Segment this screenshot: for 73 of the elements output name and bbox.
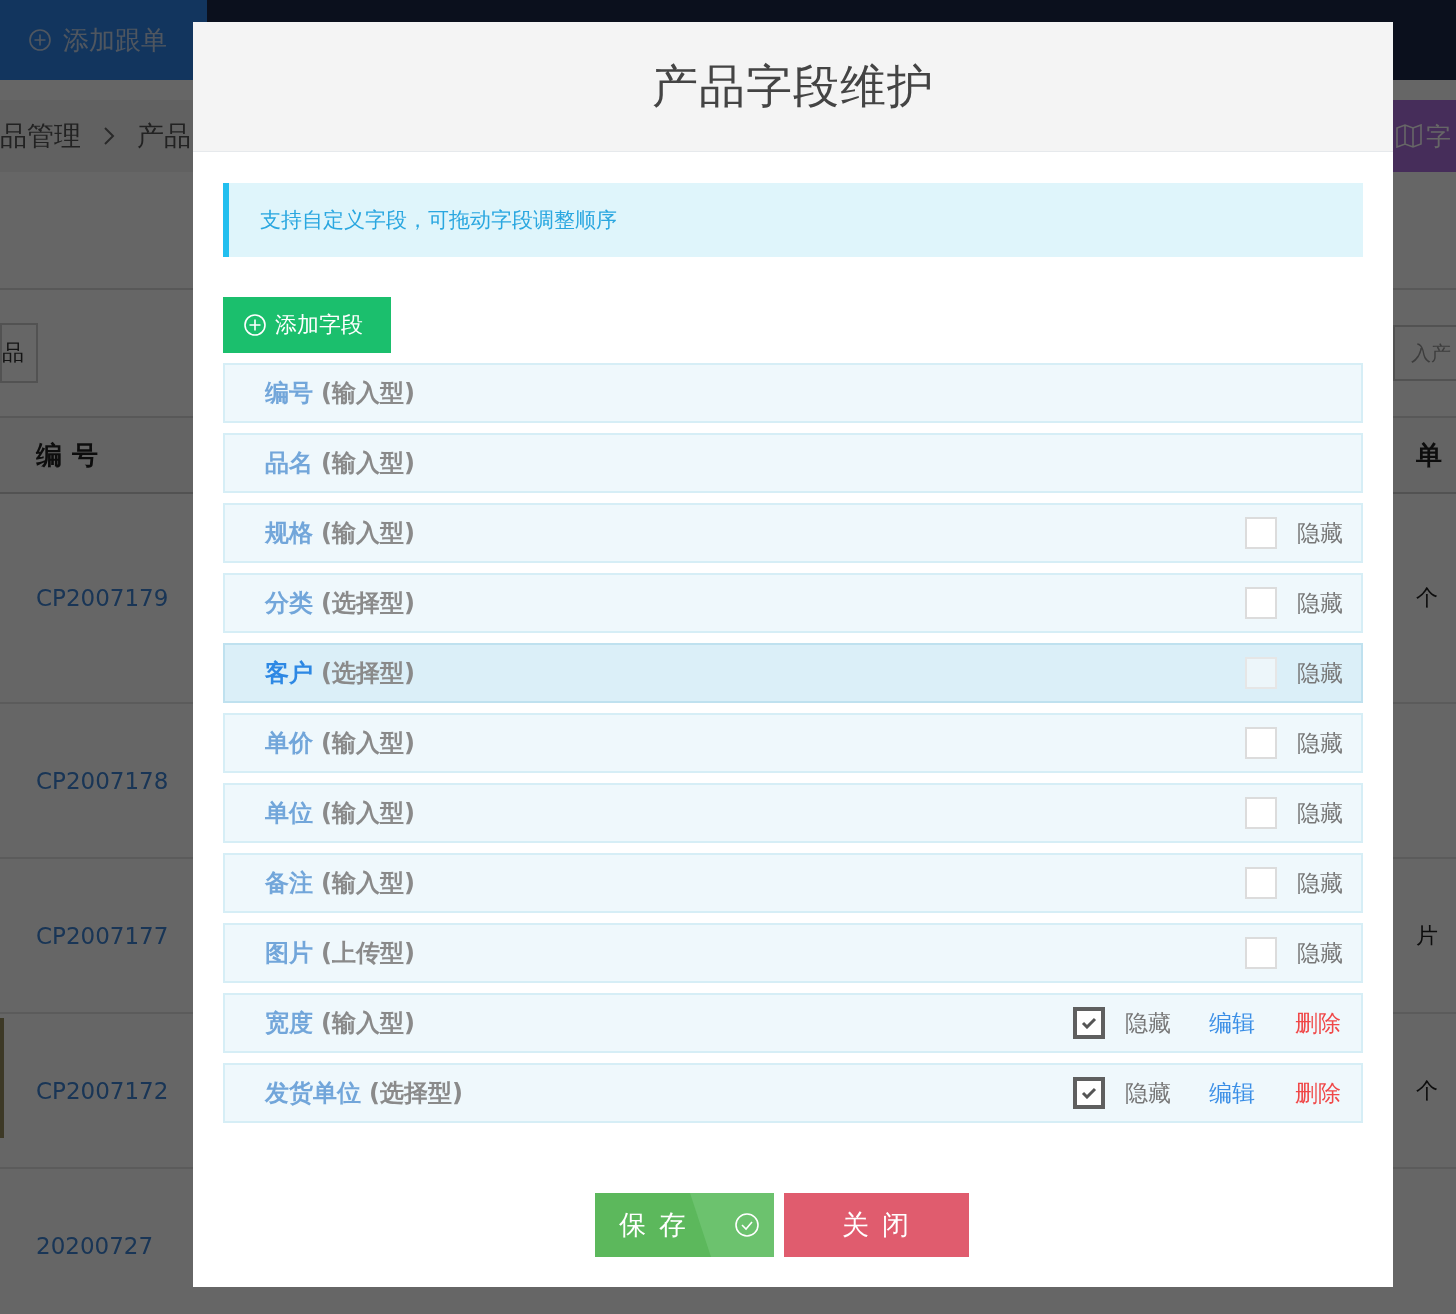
- info-banner: 支持自定义字段，可拖动字段调整顺序: [223, 183, 1363, 257]
- field-row[interactable]: 分类 (选择型) 隐藏: [223, 573, 1363, 633]
- field-type: (输入型): [321, 798, 415, 829]
- check-icon: [1081, 1017, 1097, 1029]
- edit-link[interactable]: 编辑: [1209, 1077, 1255, 1109]
- checkbox-label: 隐藏: [1297, 728, 1343, 758]
- checkbox-label: 隐藏: [1297, 658, 1343, 688]
- field-name: 客户: [265, 658, 313, 689]
- field-row[interactable]: 宽度 (输入型) 隐藏 编辑 删除: [223, 993, 1363, 1053]
- checkbox-label: 隐藏: [1125, 1008, 1171, 1038]
- plus-circle-icon: [27, 27, 53, 53]
- field-name: 单价: [265, 728, 313, 759]
- checkbox-label: 隐藏: [1297, 798, 1343, 828]
- field-type: (选择型): [321, 658, 415, 689]
- delete-link[interactable]: 删除: [1295, 1007, 1341, 1039]
- breadcrumb-item[interactable]: 产品: [137, 118, 191, 154]
- table-cell: CP2007172: [36, 1077, 169, 1104]
- checkbox-label: 隐藏: [1297, 518, 1343, 548]
- field-type: (输入型): [321, 868, 415, 899]
- check-icon: [1081, 1087, 1097, 1099]
- field-name: 图片: [265, 938, 313, 969]
- field-name: 备注: [265, 868, 313, 899]
- edit-link[interactable]: 编辑: [1209, 1007, 1255, 1039]
- checkbox-label: 隐藏: [1297, 588, 1343, 618]
- table-cell-text: 片: [1416, 921, 1439, 950]
- checkbox[interactable]: [1073, 1007, 1105, 1039]
- field-row[interactable]: 发货单位 (选择型) 隐藏 编辑 删除: [223, 1063, 1363, 1123]
- field-name: 规格: [265, 518, 313, 549]
- checkbox[interactable]: [1073, 1077, 1105, 1109]
- field-type: (输入型): [321, 728, 415, 759]
- table-cell: 20200727: [36, 1232, 154, 1259]
- field-row[interactable]: 客户 (选择型) 隐藏: [223, 643, 1363, 703]
- filter-button[interactable]: 品: [0, 323, 38, 383]
- plus-circle-icon: [243, 313, 267, 337]
- table-cell: CP2007178: [36, 767, 169, 794]
- add-field-button[interactable]: 添加字段: [223, 297, 391, 353]
- field-row[interactable]: 品名 (输入型): [223, 433, 1363, 493]
- table-cell-text: 个: [1416, 584, 1439, 612]
- field-type: (选择型): [369, 1078, 463, 1109]
- field-type: (选择型): [321, 588, 415, 619]
- field-row[interactable]: 图片 (上传型) 隐藏: [223, 923, 1363, 983]
- breadcrumb-item[interactable]: 品管理: [0, 118, 81, 154]
- field-row[interactable]: 单价 (输入型) 隐藏: [223, 713, 1363, 773]
- chevron-icon: [103, 126, 115, 146]
- dialog-title: 产品字段维护: [652, 57, 934, 115]
- field-type: (输入型): [321, 378, 415, 409]
- field-row[interactable]: 单位 (输入型) 隐藏: [223, 783, 1363, 843]
- field-name: 编号: [265, 378, 313, 409]
- check-circle-icon: [734, 1212, 760, 1238]
- table-cell: CP2007177: [36, 922, 169, 949]
- table-cell: CP2007179: [36, 585, 169, 611]
- field-row[interactable]: 备注 (输入型) 隐藏: [223, 853, 1363, 913]
- checkbox-label: 隐藏: [1297, 868, 1343, 898]
- field-type: (输入型): [321, 518, 415, 549]
- checkbox-label: 隐藏: [1125, 1078, 1171, 1108]
- field-name: 宽度: [265, 1008, 313, 1039]
- field-name: 分类: [265, 588, 313, 619]
- field-row[interactable]: 编号 (输入型): [223, 363, 1363, 423]
- field-type: (上传型): [321, 938, 415, 969]
- close-button[interactable]: 关 闭: [784, 1193, 969, 1257]
- table-cell-text: 个: [1416, 1076, 1439, 1105]
- save-button[interactable]: 保 存: [595, 1193, 774, 1257]
- field-type: (输入型): [321, 448, 415, 479]
- field-name: 发货单位: [265, 1078, 361, 1109]
- checkbox-label: 隐藏: [1297, 938, 1343, 968]
- field-row[interactable]: 规格 (输入型) 隐藏: [223, 503, 1363, 563]
- field-type: (输入型): [321, 1008, 415, 1039]
- map-icon: [1396, 124, 1422, 148]
- field-name: 单位: [265, 798, 313, 829]
- column-header: 编号: [36, 438, 108, 472]
- delete-link[interactable]: 删除: [1295, 1077, 1341, 1109]
- field-name: 品名: [265, 448, 313, 479]
- column-header: 单: [1416, 438, 1453, 472]
